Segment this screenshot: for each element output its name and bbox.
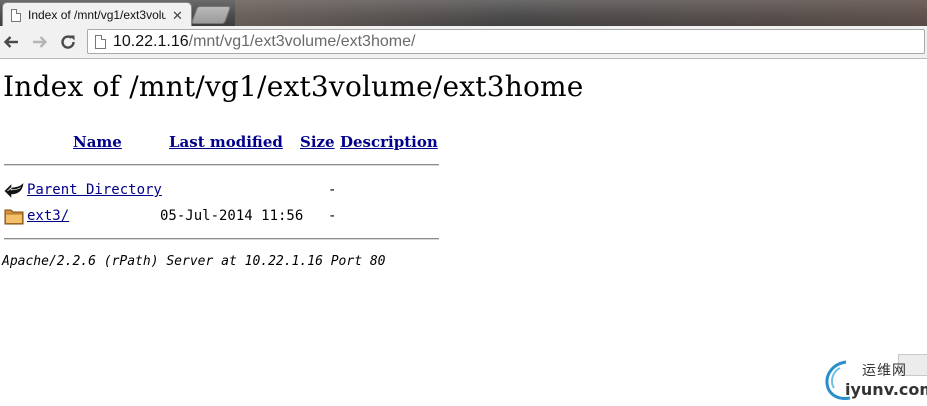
column-header-name[interactable]: Name	[73, 133, 122, 151]
divider	[4, 238, 439, 240]
url-host: 10.22.1.16	[113, 33, 189, 50]
arrow-left-icon	[3, 36, 18, 48]
last-modified-cell: 05-Jul-2014 11:56	[160, 208, 304, 224]
tab-close-icon[interactable]: ✕	[172, 9, 183, 22]
page-icon	[95, 35, 106, 49]
page-icon	[11, 8, 21, 22]
tab-active[interactable]: Index of /mnt/vg1/ext3volume/ext3home ✕	[2, 2, 192, 26]
column-header-size[interactable]: Size	[300, 133, 335, 151]
url-text[interactable]: 10.22.1.16/mnt/vg1/ext3volume/ext3home/	[113, 33, 415, 51]
arrow-right-icon	[33, 36, 48, 48]
server-signature: Apache/2.2.6 (rPath) Server at 10.22.1.1…	[2, 254, 386, 269]
new-tab-button[interactable]	[190, 6, 232, 24]
folder-icon	[4, 209, 24, 225]
folder-link-ext3[interactable]: ext3/	[27, 208, 69, 224]
watermark-cn: 运维网	[862, 363, 907, 379]
browser-toolbar: 10.22.1.16/mnt/vg1/ext3volume/ext3home/	[0, 26, 927, 59]
watermark: 运维网 iyunv.com	[820, 356, 927, 406]
reload-icon	[61, 35, 75, 49]
page-title: Index of /mnt/vg1/ext3volume/ext3home	[3, 70, 584, 103]
size-cell: -	[328, 182, 337, 198]
column-header-last-modified[interactable]: Last modified	[169, 133, 283, 151]
table-row: Parent Directory -	[0, 180, 445, 202]
url-path: /mnt/vg1/ext3volume/ext3home/	[188, 33, 416, 50]
table-row: ext3/ 05-Jul-2014 11:56 -	[0, 206, 445, 228]
reload-button[interactable]	[58, 32, 78, 52]
back-arrow-icon	[4, 183, 24, 198]
parent-directory-link[interactable]: Parent Directory	[27, 182, 162, 198]
column-header-description[interactable]: Description	[340, 133, 438, 151]
tab-strip: Index of /mnt/vg1/ext3volume/ext3home ✕	[0, 0, 927, 26]
back-button[interactable]	[1, 32, 21, 52]
watermark-en: iyunv.com	[845, 380, 927, 399]
size-cell: -	[328, 208, 337, 224]
forward-button[interactable]	[30, 32, 50, 52]
address-bar[interactable]: 10.22.1.16/mnt/vg1/ext3volume/ext3home/	[87, 29, 925, 54]
divider	[4, 164, 439, 166]
tab-title: Index of /mnt/vg1/ext3volume/ext3home	[28, 8, 166, 22]
